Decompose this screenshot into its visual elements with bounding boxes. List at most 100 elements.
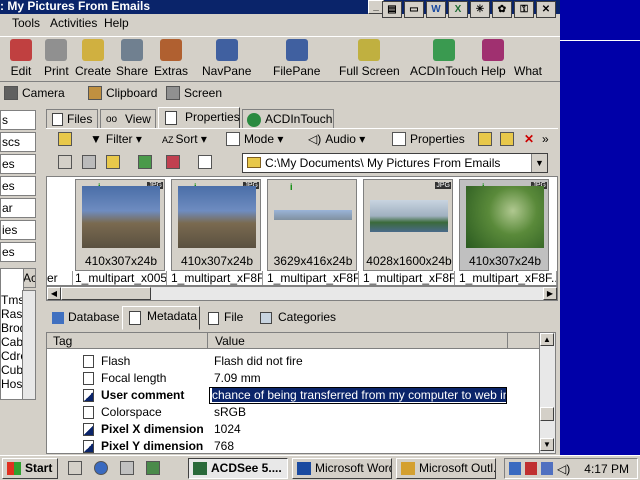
- task-acdsee[interactable]: ACDSee 5....: [188, 458, 288, 479]
- folder-list-scrollbar[interactable]: [22, 290, 36, 400]
- scroll-left-button[interactable]: ◀: [47, 287, 61, 300]
- folder-item[interactable]: es: [0, 154, 36, 174]
- msn-icon[interactable]: ✿: [492, 1, 512, 18]
- filepane-button[interactable]: FilePane: [273, 39, 320, 78]
- scroll-thumb[interactable]: [61, 287, 151, 300]
- forward-button[interactable]: [82, 155, 96, 169]
- create-button[interactable]: Create: [75, 39, 111, 78]
- fullscreen-button[interactable]: Full Screen: [339, 39, 400, 78]
- quicklaunch-icon[interactable]: [68, 461, 82, 475]
- metadata-row-editing[interactable]: User comment chance of being transferred…: [47, 387, 539, 404]
- path-dropdown-arrow[interactable]: ▼: [531, 154, 547, 172]
- thumbnail-filename[interactable]: 1_multipart_xF8F...: [459, 271, 557, 285]
- menu-tools[interactable]: Tools: [12, 16, 40, 30]
- close-icon[interactable]: ✕: [536, 1, 556, 18]
- thumbnail-scrollbar[interactable]: ◀ ▶: [46, 286, 558, 301]
- sort-button[interactable]: AZ Sort ▾: [162, 132, 207, 146]
- excel-icon[interactable]: X: [448, 1, 468, 18]
- refresh-button[interactable]: [138, 155, 152, 169]
- metadata-scrollbar[interactable]: ▲ ▼: [539, 333, 555, 453]
- thumbnail-filename[interactable]: 1_multipart_x005...: [75, 271, 167, 285]
- metadata-row[interactable]: Pixel X dimension 1024: [47, 421, 539, 438]
- metadata-row[interactable]: Focal length 7.09 mm: [47, 370, 539, 387]
- help-button[interactable]: Help: [481, 39, 506, 78]
- keys-icon[interactable]: ⚿: [514, 1, 534, 18]
- folder-item[interactable]: s: [0, 110, 36, 130]
- thumbnail-filename[interactable]: 1_multipart_xF8F...: [171, 271, 263, 285]
- print-button[interactable]: Print: [44, 39, 69, 78]
- folder-list-item[interactable]: Cuba: [1, 363, 30, 377]
- thumbnail-filename[interactable]: 1_multipart_xF8F...: [267, 271, 359, 285]
- thumbnail-item[interactable]: i JPG 410x307x24b: [171, 179, 261, 271]
- folder-list-item[interactable]: Cdrou: [1, 349, 34, 363]
- word-icon[interactable]: W: [426, 1, 446, 18]
- mode-button[interactable]: Mode ▾: [226, 132, 283, 146]
- properties-button[interactable]: Properties: [392, 132, 465, 146]
- volume-icon[interactable]: ◁): [557, 462, 570, 476]
- scroll-up-button[interactable]: ▲: [540, 333, 554, 346]
- internet-explorer-icon[interactable]: [94, 461, 108, 475]
- notepad-icon[interactable]: ▤: [382, 1, 402, 18]
- metadata-row[interactable]: Flash Flash did not fire: [47, 353, 539, 370]
- scroll-thumb[interactable]: [540, 407, 554, 421]
- tab-categories[interactable]: Categories: [254, 308, 339, 326]
- thumbnail-item[interactable]: i JPG 410x307x24b: [75, 179, 165, 271]
- folder-list-item[interactable]: Hoste: [1, 377, 32, 391]
- network-tray-icon[interactable]: [541, 462, 553, 475]
- tab-acdintouch[interactable]: ACDInTouch: [242, 109, 334, 129]
- whats-this-button[interactable]: What: [514, 39, 542, 78]
- folder-item[interactable]: es: [0, 242, 36, 262]
- column-divider[interactable]: [207, 333, 208, 348]
- metadata-row[interactable]: Pixel Y dimension 768: [47, 438, 539, 453]
- clock[interactable]: 4:17 PM: [584, 462, 629, 476]
- column-divider[interactable]: [507, 333, 508, 348]
- up-folder-button[interactable]: [106, 155, 120, 169]
- folder-item[interactable]: ar: [0, 198, 36, 218]
- folder-list-item[interactable]: Cabs: [1, 335, 29, 349]
- thumbnail-item[interactable]: i 3629x416x24b: [267, 179, 357, 271]
- navpane-button[interactable]: NavPane: [202, 39, 251, 78]
- camera-button[interactable]: Camera: [4, 86, 65, 100]
- extras-button[interactable]: Extras: [154, 39, 188, 78]
- folder-list-item[interactable]: Rase: [1, 307, 29, 321]
- edit-button[interactable]: Edit: [10, 39, 32, 78]
- favorites-button[interactable]: [166, 155, 180, 169]
- scroll-down-button[interactable]: ▼: [540, 438, 554, 451]
- user-comment-input[interactable]: chance of being transferred from my comp…: [209, 387, 507, 404]
- menu-help[interactable]: Help: [104, 16, 129, 30]
- network-icon[interactable]: ✳: [470, 1, 490, 18]
- desktop-icon[interactable]: [120, 461, 134, 475]
- tab-files[interactable]: Files: [46, 109, 98, 129]
- folder-list-item[interactable]: Tmss: [1, 293, 30, 307]
- tab-metadata[interactable]: Metadata: [122, 306, 200, 330]
- clipboard-button[interactable]: Clipboard: [88, 86, 157, 100]
- tab-properties[interactable]: Properties: [158, 107, 240, 129]
- scroll-right-button[interactable]: ▶: [543, 287, 557, 300]
- back-button[interactable]: [58, 155, 72, 169]
- task-outlook[interactable]: Microsoft Outl...: [396, 458, 496, 479]
- copy-to-button[interactable]: [478, 132, 496, 146]
- menu-activities[interactable]: Activities: [50, 16, 97, 30]
- filter-button[interactable]: ▼ Filter ▾: [90, 132, 142, 146]
- tab-database[interactable]: Database: [48, 308, 122, 326]
- folder-list-item[interactable]: Brod: [1, 321, 26, 335]
- column-header-value[interactable]: Value: [215, 334, 245, 348]
- acdintouch-button[interactable]: ACDInTouch: [410, 39, 477, 78]
- thumbnail-item-selected[interactable]: i JPG 410x307x24b: [459, 179, 549, 271]
- view-mode-button[interactable]: [198, 155, 212, 169]
- folder-item[interactable]: scs: [0, 132, 36, 152]
- more-chevron-icon[interactable]: »: [542, 132, 549, 146]
- thumbnail-filename[interactable]: 1_multipart_xF8F...: [363, 271, 455, 285]
- folder-item[interactable]: es: [0, 176, 36, 196]
- screen-button[interactable]: Screen: [166, 86, 222, 100]
- thumbnail-item[interactable]: JPG 4028x1600x24b: [363, 179, 453, 271]
- folder-icon[interactable]: ▭: [404, 1, 424, 18]
- task-word[interactable]: Microsoft Word: [292, 458, 392, 479]
- new-folder-button[interactable]: [58, 132, 76, 146]
- tray-icon[interactable]: [509, 462, 521, 475]
- delete-icon[interactable]: ✕: [524, 132, 534, 146]
- path-combobox[interactable]: C:\My Documents\ My Pictures From Emails…: [242, 153, 548, 173]
- audio-button[interactable]: ◁) Audio ▾: [308, 132, 365, 146]
- tab-view[interactable]: oo View: [100, 109, 156, 129]
- move-to-button[interactable]: [500, 132, 518, 146]
